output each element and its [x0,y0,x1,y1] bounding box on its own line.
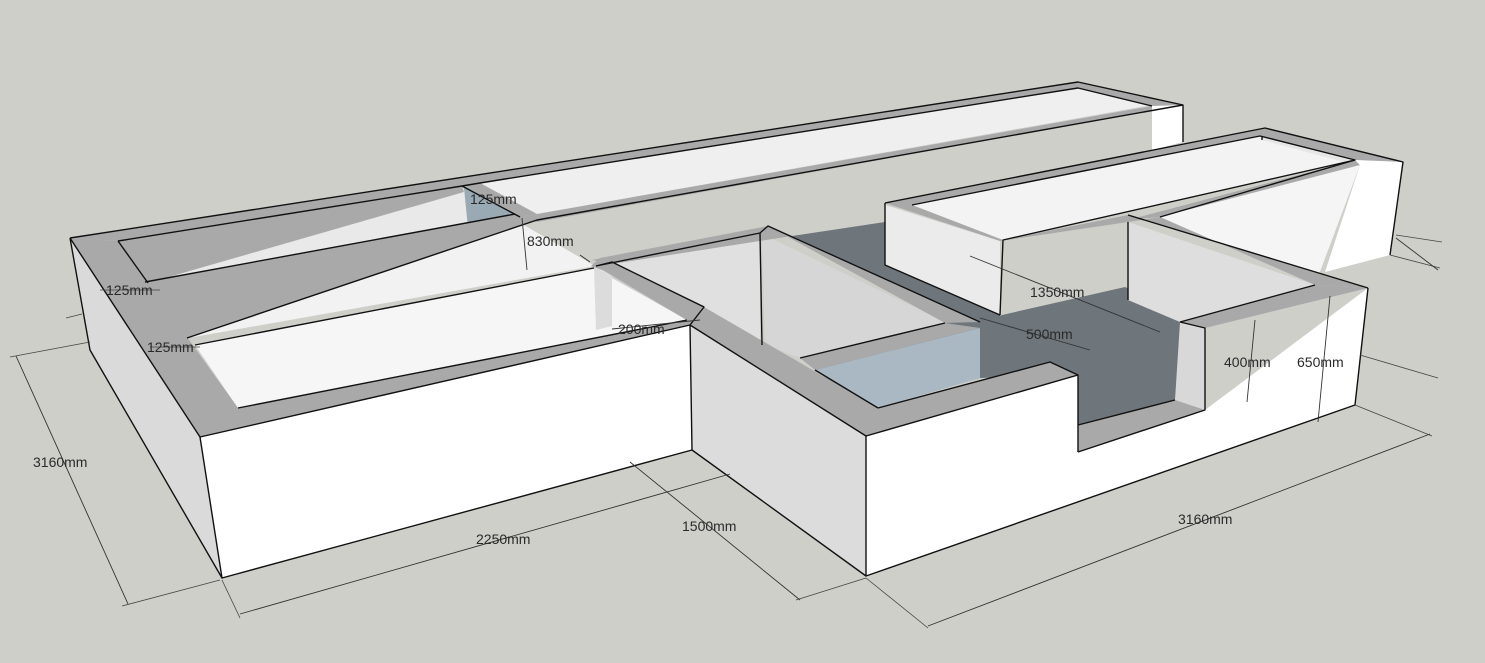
bay-inner-step-wall [1175,320,1205,410]
dim-125mm-side-1: 125mm [106,282,153,298]
sketchup-model-viewport[interactable]: 3160mm 2250mm 1500mm 3160mm 125mm 125mm … [0,0,1485,663]
dim-200mm: 200mm [618,321,665,337]
dim-125mm-side-2: 125mm [147,339,194,355]
dim-3160mm-right: 3160mm [1178,511,1232,527]
dim-500mm: 500mm [1026,326,1073,342]
dim-125mm-top: 125mm [470,191,517,207]
dim-650mm: 650mm [1297,354,1344,370]
dim-2250mm: 2250mm [476,531,530,547]
face-trough-end [1152,105,1183,150]
dim-400mm: 400mm [1224,354,1271,370]
dim-1500mm: 1500mm [682,518,736,534]
dim-830mm: 830mm [527,233,574,249]
dim-1350mm: 1350mm [1030,284,1084,300]
dim-3160mm-left: 3160mm [33,454,87,470]
